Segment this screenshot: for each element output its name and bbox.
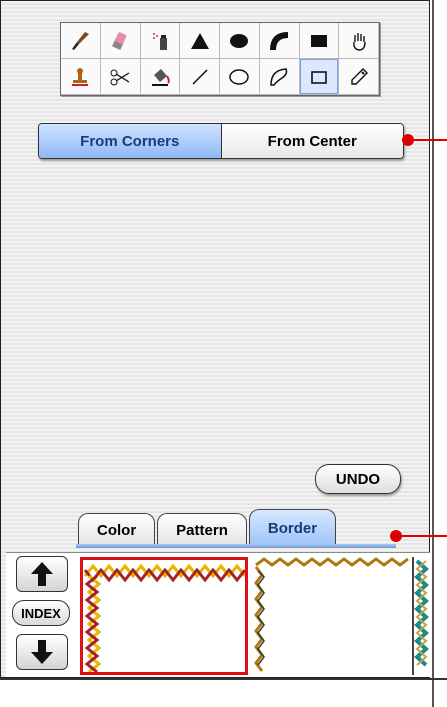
line-icon [192,68,208,85]
draw-mode-selector: From Corners From Center [38,123,404,159]
callout-line [400,535,447,537]
paintbrush-icon [72,31,90,50]
tab-pattern[interactable]: Pattern [157,513,247,546]
rectangle-outline-tool[interactable] [299,59,340,95]
hand-tool[interactable] [339,23,379,59]
eraser-tool[interactable] [100,23,141,59]
tab-color[interactable]: Color [78,513,156,546]
index-button[interactable]: INDEX [12,600,70,626]
border-thumbnail[interactable] [252,557,414,675]
down-arrow-icon [31,640,53,664]
undo-button[interactable]: UNDO [315,464,401,494]
tab-underline [76,544,396,548]
teal-border-preview [413,559,430,667]
from-center-option[interactable]: From Center [221,124,403,158]
oval-fill-icon [230,33,249,48]
callout-line [412,139,447,141]
hand-icon [352,32,366,51]
scroll-up-button[interactable] [16,556,68,592]
zigzag-border-preview [83,563,247,674]
triangle-tool[interactable] [180,23,220,59]
oval-fill-tool[interactable] [220,23,260,59]
border-thumbnail-selected[interactable] [80,557,248,675]
stamp-tool[interactable] [61,59,101,95]
tool-palette [60,22,380,96]
oval-outline-tool[interactable] [220,59,260,95]
bottom-divider [0,678,447,680]
rectangle-fill-tool[interactable] [299,23,340,59]
tab-border[interactable]: Border [248,509,337,546]
triangle-icon [190,32,209,49]
border-thumbnail-partial[interactable] [413,557,430,675]
eraser-icon [112,31,127,50]
category-tabs: Color Pattern Border [78,509,338,547]
arc-tool[interactable] [259,23,300,59]
panel-divider [432,0,434,707]
rectangle-outline-icon [311,70,327,84]
up-arrow-icon [31,562,53,586]
freeform-tool[interactable] [259,59,300,95]
paint-bucket-icon [151,68,170,86]
freeform-icon [270,67,288,86]
eyedropper-icon [350,67,368,85]
scroll-down-button[interactable] [16,634,68,670]
line-tool[interactable] [180,59,220,95]
stamp-icon [72,67,89,86]
scissors-tool[interactable] [100,59,141,95]
arc-icon [270,31,289,50]
spray-can-tool[interactable] [140,23,181,59]
rectangle-fill-icon [310,34,327,47]
oval-outline-icon [229,68,250,85]
paintbrush-tool[interactable] [61,23,101,59]
scissors-icon [110,69,130,85]
eyedropper-tool[interactable] [339,59,379,95]
paint-bucket-tool[interactable] [140,59,181,95]
ribbon-border-preview [254,557,409,672]
spray-can-icon [152,32,167,50]
from-corners-option[interactable]: From Corners [39,124,222,158]
browser-nav: INDEX [10,556,72,676]
